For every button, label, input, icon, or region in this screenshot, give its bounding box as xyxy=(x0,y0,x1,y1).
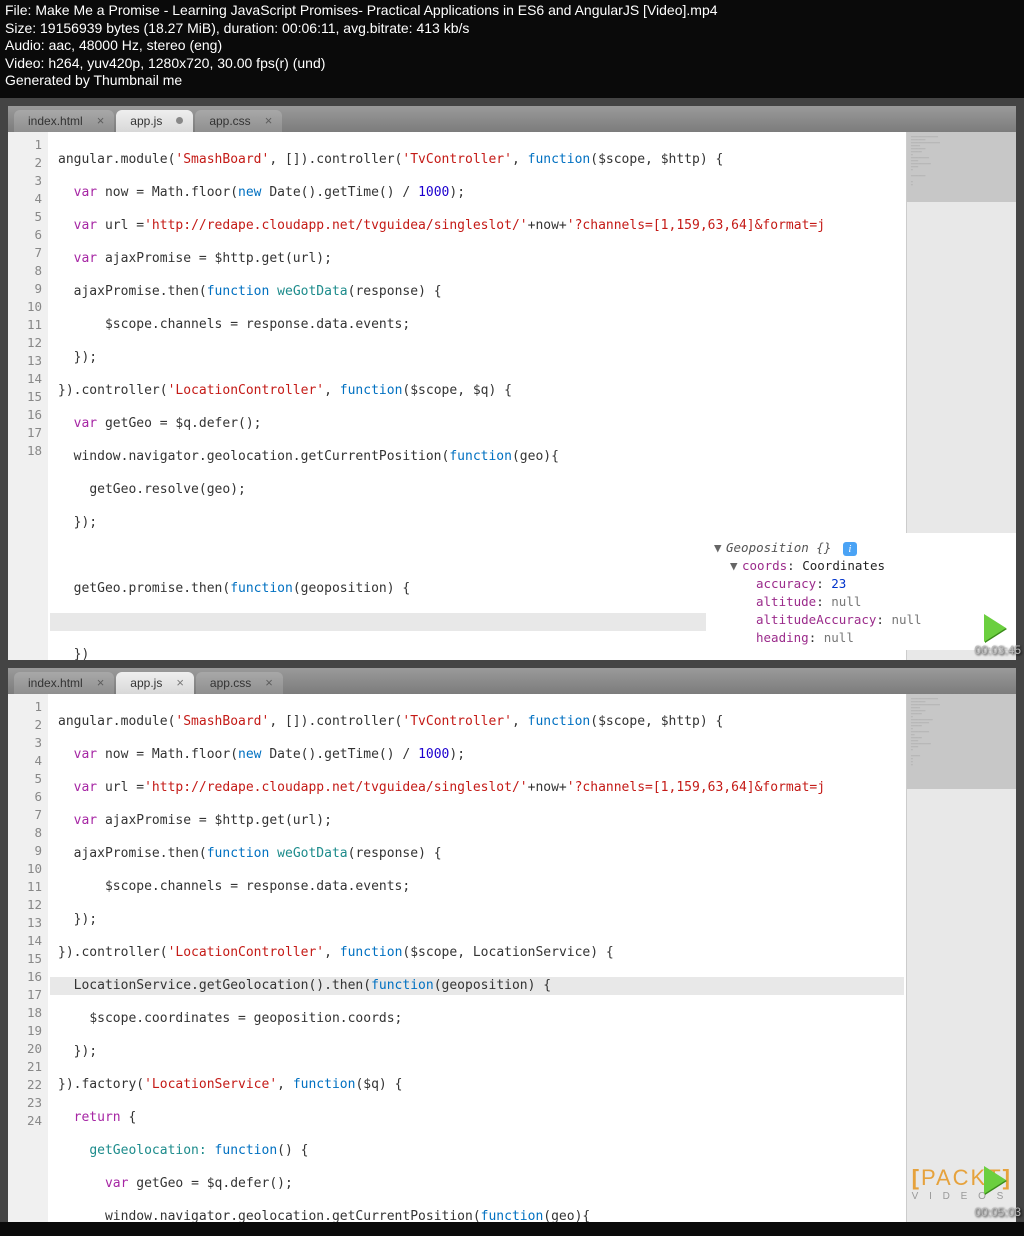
minimap[interactable]: ━━━━━━━━━━━━━━━━━━━━━━━━━━━━━━━━━━━━━━━━… xyxy=(906,694,1016,1222)
tab-app-js[interactable]: app.js xyxy=(116,110,193,132)
close-icon[interactable]: × xyxy=(97,675,105,690)
timestamp-label: 00:03:45 xyxy=(974,643,1021,657)
tab-index-html[interactable]: index.html × xyxy=(14,672,114,694)
info-icon: i xyxy=(843,542,857,556)
close-icon[interactable]: × xyxy=(176,675,184,690)
tab-label: app.css xyxy=(210,676,251,690)
close-icon[interactable]: × xyxy=(265,675,273,690)
close-icon[interactable]: × xyxy=(97,113,105,128)
tab-app-css[interactable]: app.css × xyxy=(195,110,282,132)
thumbnail-2: index.html × app.js × app.css × 12345678… xyxy=(0,660,1024,1222)
play-icon xyxy=(984,1166,1006,1194)
line-gutter: 123456789101112131415161718192021222324 xyxy=(8,694,48,1222)
file-line: File: Make Me a Promise - Learning JavaS… xyxy=(5,2,1019,20)
timestamp-label: 00:05:03 xyxy=(974,1205,1021,1219)
tab-bar[interactable]: index.html × app.js × app.css × xyxy=(8,668,1016,694)
thumbnail-1: index.html × app.js app.css × 1234567891… xyxy=(0,98,1024,660)
tab-index-html[interactable]: index.html × xyxy=(14,110,114,132)
dirty-indicator-icon xyxy=(176,117,183,124)
video-metadata: File: Make Me a Promise - Learning JavaS… xyxy=(0,0,1024,98)
tab-bar[interactable]: index.html × app.js app.css × xyxy=(8,106,1016,132)
video-line: Video: h264, yuv420p, 1280x720, 30.00 fp… xyxy=(5,55,1019,73)
line-gutter: 123456789101112131415161718 xyxy=(8,132,48,660)
tab-label: index.html xyxy=(28,676,83,690)
highlighted-line: LocationService.getGeolocation().then(fu… xyxy=(50,977,904,995)
code-content[interactable]: angular.module('SmashBoard', []).control… xyxy=(48,694,906,1222)
tab-label: app.js xyxy=(130,676,162,690)
tab-app-js[interactable]: app.js × xyxy=(116,672,194,694)
tab-label: app.css xyxy=(209,114,250,128)
play-icon xyxy=(984,614,1006,642)
tab-app-css[interactable]: app.css × xyxy=(196,672,283,694)
console-object-inspector[interactable]: ▼Geoposition {} i ▼coords: Coordinates a… xyxy=(706,533,1016,650)
size-line: Size: 19156939 bytes (18.27 MiB), durati… xyxy=(5,20,1019,38)
generated-line: Generated by Thumbnail me xyxy=(5,72,1019,90)
editor-bottom: index.html × app.js × app.css × 12345678… xyxy=(0,660,1024,1222)
code-area[interactable]: 123456789101112131415161718192021222324 … xyxy=(8,694,1016,1222)
tab-label: index.html xyxy=(28,114,83,128)
close-icon[interactable]: × xyxy=(265,113,273,128)
audio-line: Audio: aac, 48000 Hz, stereo (eng) xyxy=(5,37,1019,55)
tab-label: app.js xyxy=(130,114,162,128)
